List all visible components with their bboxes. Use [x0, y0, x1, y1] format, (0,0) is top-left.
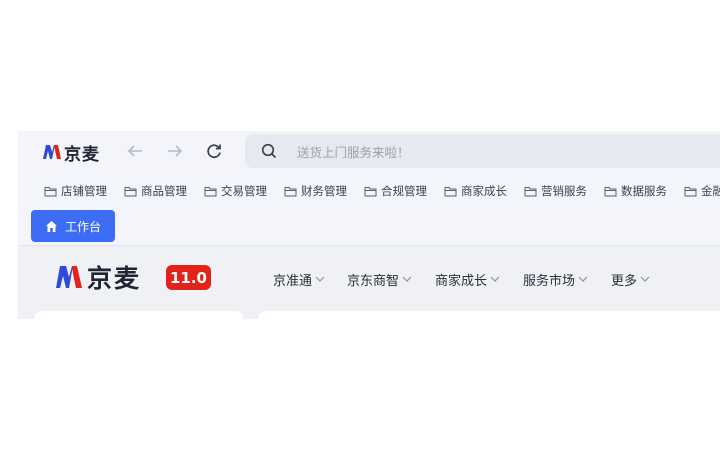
site-logo-text: 京麦: [87, 264, 142, 293]
nav-jingzhuntong[interactable]: 京准通: [273, 270, 325, 289]
chevron-down-icon: [640, 276, 650, 282]
arrow-left-icon: [127, 145, 142, 157]
bookmark-product-management[interactable]: 商品管理: [124, 183, 187, 199]
bookmark-data-services[interactable]: 数据服务: [604, 183, 667, 199]
nav-jd-shangzhi[interactable]: 京东商智: [347, 270, 412, 289]
nav-label: 更多: [611, 273, 638, 289]
app-window: 京麦 店铺管理: [18, 131, 720, 319]
nav-label: 京准通: [273, 273, 313, 289]
home-icon: [45, 220, 57, 232]
tab-label: 工作台: [64, 219, 101, 234]
bookmark-label: 合规管理: [381, 184, 427, 198]
chevron-down-icon: [490, 276, 500, 282]
bookmark-shop-management[interactable]: 店铺管理: [44, 183, 107, 199]
site-logo[interactable]: 京麦: [55, 262, 142, 293]
bookmark-label: 金融: [701, 184, 720, 198]
nav-service-market[interactable]: 服务市场: [523, 270, 588, 289]
back-button[interactable]: [124, 140, 146, 162]
chevron-down-icon: [315, 276, 325, 282]
bookmarks-bar: 店铺管理 商品管理 交易管理 财务管理 合规管理 商家成长 营销服务 数据服务 …: [18, 179, 720, 203]
main-card: [259, 311, 720, 319]
folder-icon: [44, 186, 57, 196]
folder-icon: [604, 186, 617, 196]
tab-workbench[interactable]: 工作台: [31, 210, 115, 242]
folder-icon: [364, 186, 377, 196]
app-logo-text: 京麦: [64, 144, 100, 165]
search-box[interactable]: [245, 134, 720, 170]
bookmark-finance[interactable]: 金融: [684, 183, 720, 199]
bookmark-compliance-management[interactable]: 合规管理: [364, 183, 427, 199]
bookmark-label: 财务管理: [301, 184, 347, 198]
top-toolbar: 京麦: [18, 131, 720, 171]
browser-chrome: 京麦 店铺管理: [18, 131, 720, 246]
bookmark-label: 商家成长: [461, 184, 507, 198]
app-logo[interactable]: 京麦: [42, 142, 100, 165]
folder-icon: [444, 186, 457, 196]
search-icon: [261, 143, 277, 163]
nav-label: 服务市场: [523, 273, 576, 289]
nav-label: 商家成长: [435, 273, 488, 289]
site-header: 京麦 11.0 京准通 京东商智 商家成长 服务市场 更多: [18, 246, 720, 310]
folder-icon: [284, 186, 297, 196]
jingmai-m-icon: [56, 266, 82, 288]
version-badge: 11.0: [166, 265, 211, 290]
bookmark-label: 营销服务: [541, 184, 587, 198]
jingmai-m-icon: [43, 145, 61, 159]
reload-icon: [207, 144, 221, 159]
bookmark-trade-management[interactable]: 交易管理: [204, 183, 267, 199]
folder-icon: [204, 186, 217, 196]
reload-button[interactable]: [203, 140, 225, 162]
bookmark-marketing-services[interactable]: 营销服务: [524, 183, 587, 199]
bookmark-finance-management[interactable]: 财务管理: [284, 183, 347, 199]
folder-icon: [684, 186, 697, 196]
left-card: [35, 311, 243, 319]
chevron-down-icon: [402, 276, 412, 282]
chevron-down-icon: [578, 276, 588, 282]
bookmark-label: 商品管理: [141, 184, 187, 198]
folder-icon: [124, 186, 137, 196]
forward-button[interactable]: [164, 140, 186, 162]
bookmark-label: 交易管理: [221, 184, 267, 198]
nav-label: 京东商智: [347, 273, 400, 289]
folder-icon: [524, 186, 537, 196]
bookmark-label: 店铺管理: [61, 184, 107, 198]
nav-more[interactable]: 更多: [611, 270, 650, 289]
search-input[interactable]: [295, 134, 719, 170]
bookmark-label: 数据服务: [621, 184, 667, 198]
arrow-right-icon: [168, 145, 183, 157]
bookmark-merchant-growth[interactable]: 商家成长: [444, 183, 507, 199]
nav-merchant-growth[interactable]: 商家成长: [435, 270, 500, 289]
